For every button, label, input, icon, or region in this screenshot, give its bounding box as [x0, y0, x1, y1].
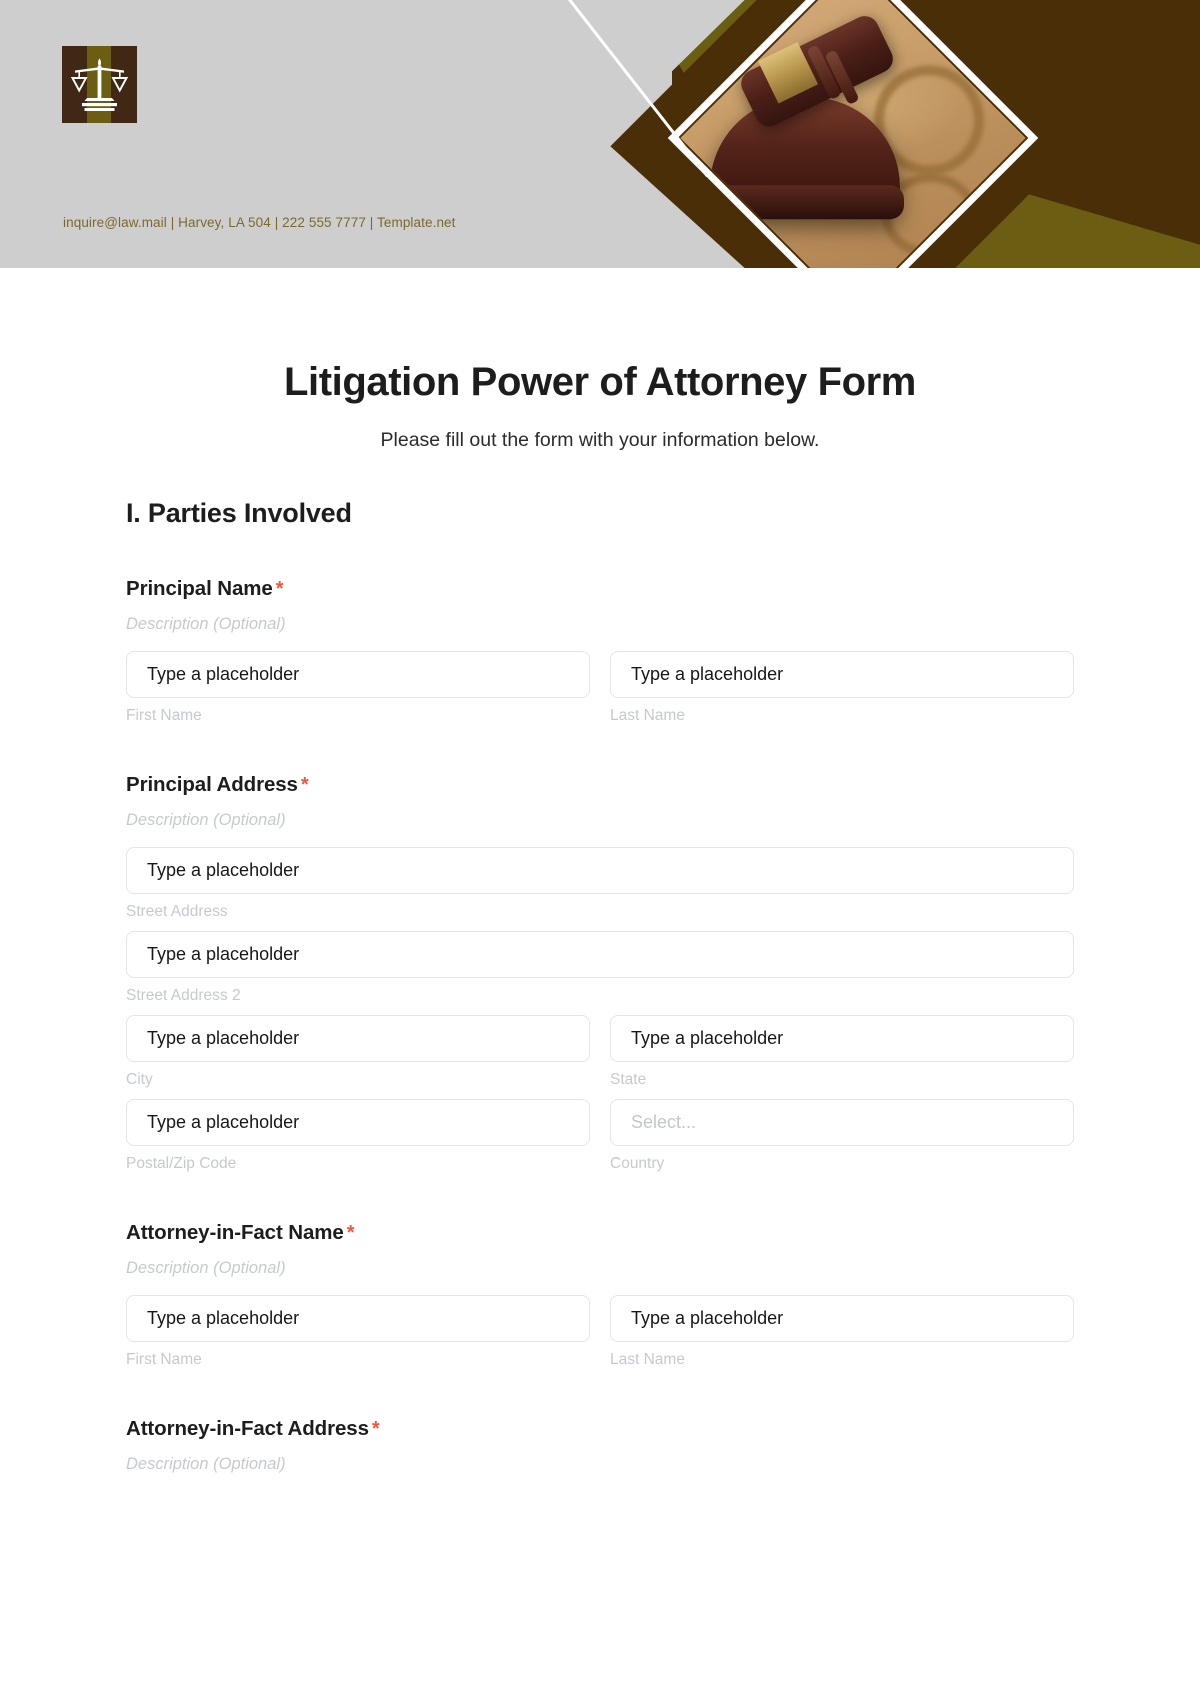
- input-sub-label: City: [126, 1071, 153, 1088]
- input-sub-label: First Name: [126, 1351, 202, 1368]
- attorney-last-name-input[interactable]: [610, 1295, 1074, 1342]
- input-row: First Name Last Name: [126, 651, 1074, 725]
- required-asterisk: *: [346, 1222, 355, 1244]
- input-col: First Name: [126, 1295, 590, 1369]
- input-sub-label: Street Address 2: [126, 987, 241, 1004]
- input-row: Street Address: [126, 847, 1074, 921]
- input-col: Last Name: [610, 651, 1074, 725]
- principal-last-name-input[interactable]: [610, 651, 1074, 698]
- input-col: Country: [610, 1099, 1074, 1173]
- field-principal-address: Principal Address * Description (Optional…: [126, 773, 1074, 1173]
- principal-street-address-input[interactable]: [126, 847, 1074, 894]
- field-label-text: Principal Name: [126, 577, 273, 600]
- header-contact-line: inquire@law.mail | Harvey, LA 504 | 222 …: [63, 215, 456, 230]
- field-label-text: Principal Address: [126, 773, 298, 796]
- input-row: Street Address 2: [126, 931, 1074, 1005]
- page-header: inquire@law.mail | Harvey, LA 504 | 222 …: [0, 0, 1200, 268]
- field-label-text: Attorney-in-Fact Address: [126, 1417, 369, 1440]
- field-label: Attorney-in-Fact Name *: [126, 1221, 1074, 1245]
- principal-city-input[interactable]: [126, 1015, 590, 1062]
- section-heading-parties-involved: I. Parties Involved: [126, 498, 352, 528]
- input-sub-label: Last Name: [610, 707, 685, 724]
- input-sub-label: First Name: [126, 707, 202, 724]
- input-col: Postal/Zip Code: [126, 1099, 590, 1173]
- input-row: City State: [126, 1015, 1074, 1089]
- input-col: First Name: [126, 651, 590, 725]
- principal-street-address-2-input[interactable]: [126, 931, 1074, 978]
- required-asterisk: *: [300, 774, 309, 796]
- field-principal-name: Principal Name* Description (Optional) F…: [126, 577, 1074, 725]
- input-sub-label: State: [610, 1071, 647, 1088]
- input-col: Street Address 2: [126, 931, 1074, 1005]
- input-sub-label: Postal/Zip Code: [126, 1155, 237, 1172]
- input-col: State: [610, 1015, 1074, 1089]
- principal-country-select[interactable]: [610, 1099, 1074, 1146]
- input-row: First Name Last Name: [126, 1295, 1074, 1369]
- law-firm-logo: [62, 46, 137, 123]
- principal-postal-code-input[interactable]: [126, 1099, 590, 1146]
- input-col: City: [126, 1015, 590, 1089]
- input-col: Last Name: [610, 1295, 1074, 1369]
- input-row: Postal/Zip Code Country: [126, 1099, 1074, 1173]
- field-attorney-in-fact-name: Attorney-in-Fact Name * Description (Opti…: [126, 1221, 1074, 1369]
- page-subtitle: Please fill out the form with your infor…: [380, 429, 820, 451]
- required-asterisk: *: [275, 578, 284, 600]
- input-sub-label: Street Address: [126, 903, 228, 920]
- input-sub-label: Last Name: [610, 1351, 685, 1368]
- principal-state-input[interactable]: [610, 1015, 1074, 1062]
- field-label: Principal Name *: [126, 577, 1074, 601]
- input-sub-label: Country: [610, 1155, 665, 1172]
- input-col: Street Address: [126, 847, 1074, 921]
- attorney-first-name-input[interactable]: [126, 1295, 590, 1342]
- page-title: Litigation Power of Attorney Form: [284, 360, 916, 404]
- field-label: Principal Address *: [126, 773, 1074, 797]
- field-description: Description (Optional): [126, 811, 286, 829]
- field-attorney-in-fact-address: Attorney-in-Fact Address * Description (O…: [126, 1417, 1074, 1474]
- required-asterisk: *: [371, 1418, 380, 1440]
- field-label: Attorney-in-Fact Address *: [126, 1417, 1074, 1441]
- field-label-text: Attorney-in-Fact Name: [126, 1221, 344, 1244]
- form-body: Litigation Power of Attorney Form Please…: [0, 360, 1200, 1474]
- form-page: inquire@law.mail | Harvey, LA 504 | 222 …: [0, 0, 1200, 1701]
- field-description: Description (Optional): [126, 1455, 286, 1473]
- principal-first-name-input[interactable]: [126, 651, 590, 698]
- header-white-diagonal-line: [545, 0, 705, 134]
- field-description: Description (Optional): [126, 615, 286, 633]
- field-description: Description (Optional): [126, 1259, 286, 1277]
